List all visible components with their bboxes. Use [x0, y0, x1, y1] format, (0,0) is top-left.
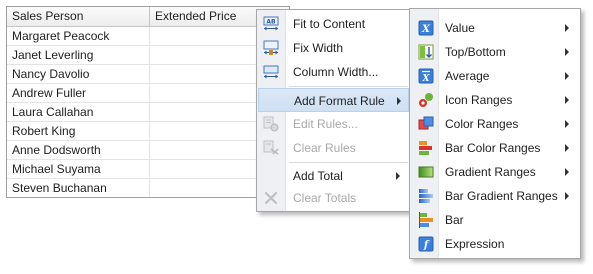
menu-item-label: Clear Rules [293, 141, 356, 155]
submenu-arrow-icon [565, 96, 569, 104]
menu-item-column-width[interactable]: Column Width... [258, 60, 409, 84]
sales-person-cell[interactable]: Laura Callahan [7, 103, 150, 121]
menu-item-label: Average [445, 69, 490, 83]
menu-item-label: Bar Color Ranges [445, 141, 541, 155]
average-icon: X [418, 68, 434, 84]
format-rule-submenu: X Value Top/Bottom X Average Icon Ranges… [409, 8, 581, 259]
menu-item-clear-rules[interactable]: Clear Rules [258, 136, 409, 160]
gradient-ranges-icon [418, 164, 434, 180]
table-row[interactable]: Anne Dodsworth [7, 141, 289, 160]
table-row[interactable]: Laura Callahan [7, 103, 289, 122]
svg-text:AB: AB [266, 19, 276, 26]
submenu-arrow-icon [565, 168, 569, 176]
fit-to-content-icon: AB [263, 16, 279, 32]
menu-item-fix-width[interactable]: Fix Width [258, 36, 409, 60]
table-row[interactable]: Andrew Fuller [7, 84, 289, 103]
menu-item-add-format-rule[interactable]: Add Format Rule [258, 88, 409, 112]
submenu-arrow-icon [565, 72, 569, 80]
submenu-arrow-icon [397, 97, 401, 105]
table-row[interactable]: Robert King [7, 122, 289, 141]
table-row[interactable]: Margaret Peacock [7, 27, 289, 46]
edit-rules-icon [263, 116, 279, 132]
sales-person-cell[interactable]: Steven Buchanan [7, 179, 150, 197]
sales-person-cell[interactable]: Andrew Fuller [7, 84, 150, 102]
menu-separator [289, 162, 408, 163]
sales-grid: Sales Person Extended Price Margaret Pea… [6, 6, 290, 198]
submenu-arrow-icon [565, 144, 569, 152]
menu-item-icon-ranges[interactable]: Icon Ranges [411, 88, 579, 112]
svg-text:X: X [421, 24, 431, 35]
column-context-menu: AB Fit to Content Fix Width Column Width… [256, 9, 411, 212]
fix-width-icon [263, 40, 279, 56]
menu-item-label: Icon Ranges [445, 93, 513, 107]
grid-header: Sales Person Extended Price [7, 7, 289, 27]
submenu-arrow-icon [396, 172, 400, 180]
sales-person-cell[interactable]: Margaret Peacock [7, 27, 150, 45]
icon-ranges-icon [418, 92, 434, 108]
submenu-arrow-icon [565, 48, 569, 56]
menu-item-value[interactable]: X Value [411, 16, 579, 40]
sales-person-cell[interactable]: Robert King [7, 122, 150, 140]
menu-item-label: Top/Bottom [445, 45, 506, 59]
column-width-icon [263, 64, 279, 80]
submenu-arrow-icon [565, 120, 569, 128]
bar-color-ranges-icon [418, 140, 434, 156]
sales-person-cell[interactable]: Anne Dodsworth [7, 141, 150, 159]
menu-item-label: Bar Gradient Ranges [445, 189, 558, 203]
menu-item-fit-to-content[interactable]: AB Fit to Content [258, 12, 409, 36]
menu-item-label: Add Format Rule [294, 94, 385, 108]
table-row[interactable]: Janet Leverling [7, 46, 289, 65]
sales-person-cell[interactable]: Janet Leverling [7, 46, 150, 64]
menu-item-gradient-ranges[interactable]: Gradient Ranges [411, 160, 579, 184]
expression-icon: f [418, 236, 434, 252]
menu-item-label: Edit Rules... [293, 117, 358, 131]
menu-item-label: Value [445, 21, 475, 35]
menu-item-label: Clear Totals [293, 191, 357, 205]
clear-totals-icon [263, 190, 279, 206]
bar-icon [418, 212, 434, 228]
svg-text:X: X [422, 74, 431, 84]
menu-item-clear-totals[interactable]: Clear Totals [258, 186, 409, 210]
bar-gradient-ranges-icon [418, 188, 434, 204]
menu-item-bar[interactable]: Bar [411, 208, 579, 232]
menu-item-average[interactable]: X Average [411, 64, 579, 88]
top-bottom-icon [418, 44, 434, 60]
menu-item-expression[interactable]: f Expression [411, 232, 579, 256]
color-ranges-icon [418, 116, 434, 132]
menu-item-bar-color-ranges[interactable]: Bar Color Ranges [411, 136, 579, 160]
sales-person-cell[interactable]: Michael Suyama [7, 160, 150, 178]
column-header-sales-person[interactable]: Sales Person [7, 7, 150, 26]
table-row[interactable]: Michael Suyama [7, 160, 289, 179]
menu-item-label: Fit to Content [293, 17, 366, 31]
submenu-arrow-icon [565, 24, 569, 32]
menu-separator [289, 86, 408, 87]
menu-item-label: Add Total [293, 169, 343, 183]
table-row[interactable]: Nancy Davolio [7, 65, 289, 84]
menu-item-top-bottom[interactable]: Top/Bottom [411, 40, 579, 64]
value-rule-icon: X [418, 20, 434, 36]
menu-item-color-ranges[interactable]: Color Ranges [411, 112, 579, 136]
menu-item-add-total[interactable]: Add Total [258, 164, 409, 188]
menu-item-bar-gradient-ranges[interactable]: Bar Gradient Ranges [411, 184, 579, 208]
submenu-arrow-icon [565, 192, 569, 200]
sales-person-cell[interactable]: Nancy Davolio [7, 65, 150, 83]
clear-rules-icon [263, 140, 279, 156]
menu-item-label: Color Ranges [445, 117, 519, 131]
table-row[interactable]: Steven Buchanan [7, 179, 289, 198]
menu-item-label: Bar [445, 213, 464, 227]
menu-item-label: Gradient Ranges [445, 165, 536, 179]
menu-item-label: Column Width... [293, 65, 379, 79]
menu-item-label: Expression [445, 237, 505, 251]
menu-item-edit-rules[interactable]: Edit Rules... [258, 112, 409, 136]
menu-item-label: Fix Width [293, 41, 344, 55]
